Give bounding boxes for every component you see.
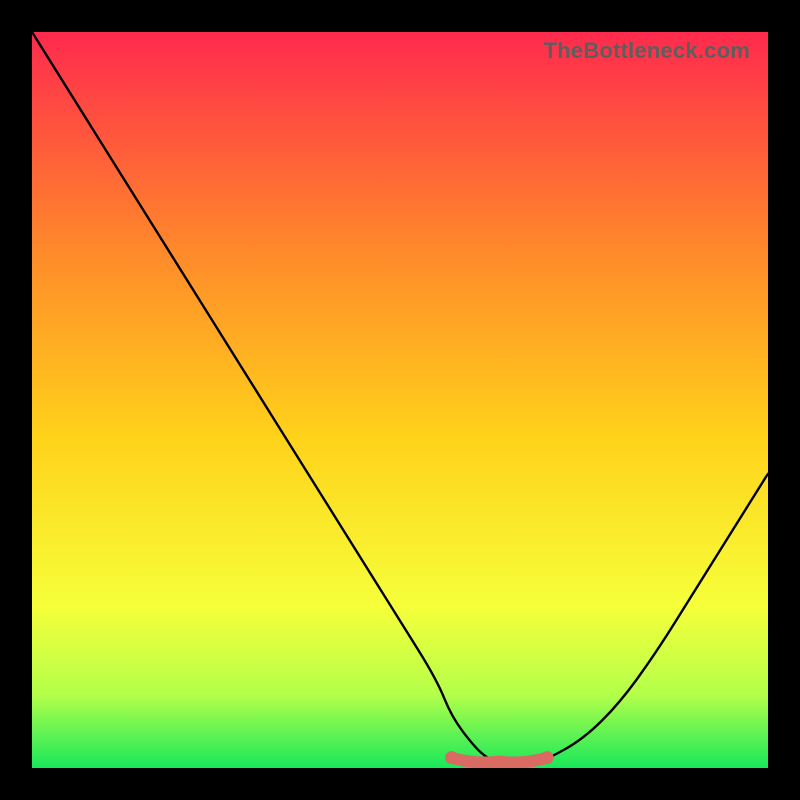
optimal-range-marker <box>445 751 554 764</box>
curve-layer <box>32 32 768 768</box>
chart-frame: TheBottleneck.com <box>0 0 800 800</box>
plot-area: TheBottleneck.com <box>32 32 768 768</box>
bottleneck-curve <box>32 32 768 764</box>
watermark-text: TheBottleneck.com <box>544 38 750 64</box>
